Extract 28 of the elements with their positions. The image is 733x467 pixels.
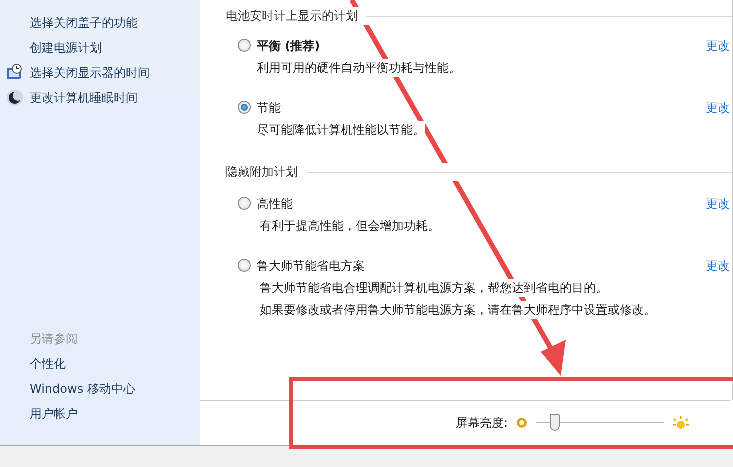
plan-name: 高性能	[257, 195, 293, 213]
dim-sun-icon	[516, 417, 528, 429]
section-heading: 隐藏附加计划	[226, 164, 298, 181]
section-heading: 电池安时计上显示的计划	[226, 8, 358, 25]
radio-button[interactable]	[238, 197, 251, 210]
plan-name: 鲁大师节能省电方案	[257, 257, 365, 275]
brightness-slider[interactable]	[536, 413, 664, 433]
radio-button[interactable]	[238, 39, 251, 52]
see-also-link[interactable]: 用户帐户	[30, 407, 78, 421]
sidebar-link[interactable]: 选择关闭盖子的功能	[30, 14, 138, 32]
radio-button[interactable]	[238, 101, 251, 114]
see-also-heading: 另请参阅	[29, 331, 79, 348]
brightness-label: 屏幕亮度:	[456, 415, 508, 432]
monitor-clock-icon	[6, 64, 24, 82]
change-plan-link[interactable]: 更改	[706, 257, 732, 275]
sidebar-link[interactable]: 更改计算机睡眠时间	[30, 88, 138, 106]
moon-icon	[6, 88, 24, 106]
bright-sun-icon	[672, 415, 690, 431]
sidebar-link[interactable]: 创建电源计划	[30, 38, 102, 56]
plan-description: 尽可能降低计算机性能以节能。	[257, 121, 425, 139]
sidebar-link[interactable]: 选择关闭显示器的时间	[30, 64, 150, 82]
plan-name: 平衡 (推荐)	[257, 37, 320, 55]
radio-button[interactable]	[238, 259, 251, 272]
change-plan-link[interactable]: 更改	[706, 99, 732, 117]
change-plan-link[interactable]: 更改	[706, 37, 732, 55]
change-plan-link[interactable]: 更改	[706, 195, 732, 213]
see-also-link[interactable]: 个性化	[30, 357, 66, 371]
see-also-link[interactable]: Windows 移动中心	[30, 382, 136, 396]
